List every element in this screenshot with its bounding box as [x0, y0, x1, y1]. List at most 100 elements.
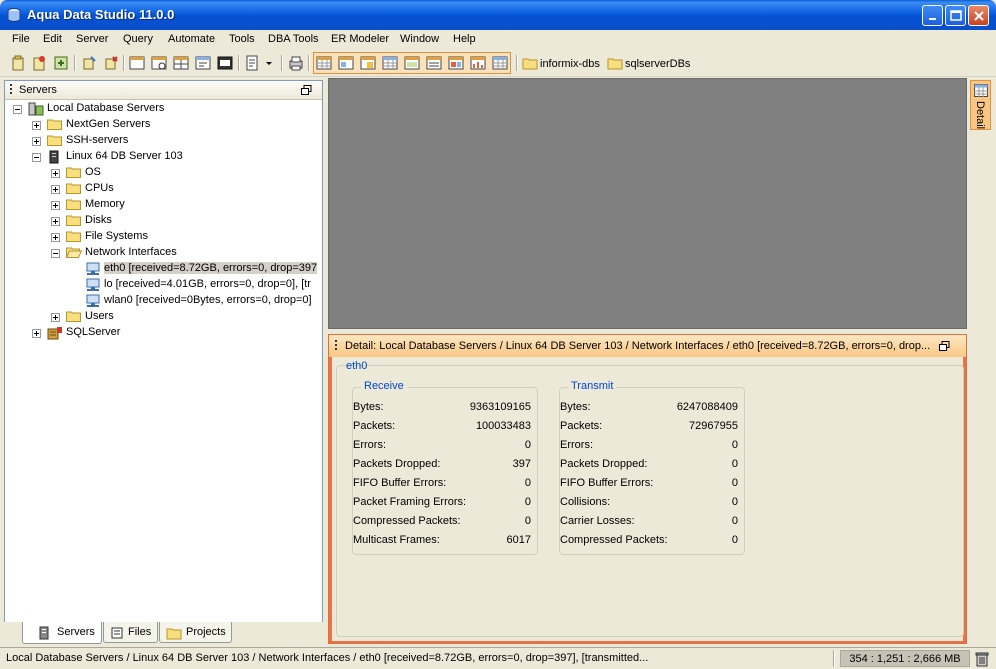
folder-icon — [47, 118, 63, 133]
tab-files[interactable]: Files — [103, 622, 158, 643]
tree-node[interactable]: Disks — [5, 213, 320, 229]
menu-er-modeler[interactable]: ER Modeler — [331, 33, 389, 45]
tree-node[interactable]: File Systems — [5, 229, 320, 245]
stat-value: 0 — [731, 458, 738, 470]
menu-server[interactable]: Server — [76, 33, 108, 45]
monitor-table-icon[interactable] — [491, 54, 509, 72]
procedure-editor-icon[interactable] — [216, 54, 234, 72]
tree-node-label: Users — [85, 310, 114, 322]
stat-value: 0 — [731, 496, 738, 508]
monitor-network-icon[interactable] — [425, 54, 443, 72]
tree-node[interactable]: Linux 64 DB Server 103 — [5, 149, 320, 165]
memory-indicator[interactable]: 354 : 1,251 : 2,666 MB — [840, 650, 970, 667]
menu-window[interactable]: Window — [400, 33, 439, 45]
register-server-icon[interactable] — [52, 54, 70, 72]
tree-node[interactable]: SQLServer — [5, 325, 320, 341]
expand-icon[interactable] — [51, 217, 60, 226]
stat-label: Errors: — [560, 439, 593, 451]
detail-panel-title: Detail: Local Database Servers / Linux 6… — [345, 340, 931, 352]
stat-value: 0 — [524, 496, 531, 508]
drag-grip[interactable] — [335, 340, 337, 352]
menu-tools[interactable]: Tools — [229, 33, 255, 45]
folder-shortcut-informix[interactable]: informix-dbs — [540, 58, 600, 70]
expand-icon[interactable] — [51, 185, 60, 194]
menu-automate[interactable]: Automate — [168, 33, 215, 45]
table-data-editor-icon[interactable] — [172, 54, 190, 72]
stat-label: Packet Framing Errors: — [353, 496, 467, 508]
query-analyzer-icon[interactable] — [150, 54, 168, 72]
tree-node-label: SSH-servers — [66, 134, 129, 146]
title-bar[interactable]: Aqua Data Studio 11.0.0 — [0, 0, 996, 30]
monitor-chart-icon[interactable] — [469, 54, 487, 72]
stat-row: Errors: 0 — [353, 439, 537, 458]
tree-node[interactable]: OS — [5, 165, 320, 181]
menu-edit[interactable]: Edit — [43, 33, 62, 45]
stat-label: Compressed Packets: — [560, 534, 668, 546]
tab-servers[interactable]: Servers — [22, 622, 102, 644]
chevron-down-icon[interactable] — [263, 54, 275, 72]
new-server-icon[interactable] — [9, 54, 27, 72]
edit-server-icon[interactable] — [30, 54, 48, 72]
expand-icon[interactable] — [32, 137, 41, 146]
detail-panel: Detail: Local Database Servers / Linux 6… — [328, 334, 967, 644]
monitor-filesystems-icon[interactable] — [403, 54, 421, 72]
restore-icon[interactable] — [301, 85, 312, 95]
stat-value: 0 — [731, 439, 738, 451]
connect-icon[interactable] — [80, 54, 98, 72]
interface-name: eth0 — [346, 360, 368, 372]
print-icon[interactable] — [287, 54, 305, 72]
tree-node[interactable]: eth0 [received=8.72GB, errors=0, drop=39… — [5, 261, 320, 277]
close-button[interactable] — [968, 5, 989, 26]
menu-query[interactable]: Query — [123, 33, 153, 45]
tree-node[interactable]: lo [received=4.01GB, errors=0, drop=0], … — [5, 277, 320, 293]
monitor-users-icon[interactable] — [447, 54, 465, 72]
minimize-icon — [929, 18, 936, 20]
disconnect-icon[interactable] — [102, 54, 120, 72]
drag-grip[interactable] — [10, 84, 12, 96]
projects-icon — [166, 628, 182, 640]
stat-label: Errors: — [353, 439, 386, 451]
tree-node-label: eth0 [received=8.72GB, errors=0, drop=39… — [104, 262, 318, 274]
maximize-button[interactable] — [945, 5, 966, 26]
tree-node[interactable]: wlan0 [received=0Bytes, errors=0, drop=0… — [5, 293, 320, 309]
maximize-icon — [950, 10, 962, 21]
tree-node[interactable]: SSH-servers — [5, 133, 320, 149]
stat-value: 6017 — [506, 534, 531, 546]
tab-projects[interactable]: Projects — [159, 622, 232, 643]
menu-help[interactable]: Help — [453, 33, 476, 45]
toolbar: informix-dbs sqlserverDBs — [0, 51, 996, 77]
script-icon[interactable] — [243, 54, 261, 72]
monitor-cpu-icon[interactable] — [337, 54, 355, 72]
tree-node[interactable]: CPUs — [5, 181, 320, 197]
restore-icon[interactable] — [939, 341, 950, 351]
menu-file[interactable]: File — [12, 33, 30, 45]
garbage-collect-icon[interactable] — [975, 651, 989, 667]
query-window-icon[interactable] — [128, 54, 146, 72]
tree-node[interactable]: Local Database Servers — [5, 101, 320, 117]
folder-shortcut-sqlserver[interactable]: sqlserverDBs — [625, 58, 690, 70]
collapse-icon[interactable] — [51, 249, 60, 258]
minimize-button[interactable] — [922, 5, 943, 26]
tree-node[interactable]: Users — [5, 309, 320, 325]
expand-icon[interactable] — [51, 313, 60, 322]
tree-node[interactable]: Memory — [5, 197, 320, 213]
schema-browser-icon[interactable] — [194, 54, 212, 72]
expand-icon[interactable] — [51, 169, 60, 178]
menu-dba-tools[interactable]: DBA Tools — [268, 33, 319, 45]
detail-side-tab[interactable]: Detail — [970, 80, 991, 130]
collapse-icon[interactable] — [13, 105, 22, 114]
expand-icon[interactable] — [51, 233, 60, 242]
stat-label: Collisions: — [560, 496, 611, 508]
monitor-disks-icon[interactable] — [381, 54, 399, 72]
transmit-title: Transmit — [568, 380, 617, 392]
stat-label: FIFO Buffer Errors: — [353, 477, 447, 489]
collapse-icon[interactable] — [32, 153, 41, 162]
monitor-memory-icon[interactable] — [359, 54, 377, 72]
expand-icon[interactable] — [32, 329, 41, 338]
tree-node[interactable]: Network Interfaces — [5, 245, 320, 261]
tree-node[interactable]: NextGen Servers — [5, 117, 320, 133]
expand-icon[interactable] — [51, 201, 60, 210]
monitor-os-icon[interactable] — [315, 54, 333, 72]
expand-icon[interactable] — [32, 121, 41, 130]
sqlserver-icon — [47, 326, 63, 343]
